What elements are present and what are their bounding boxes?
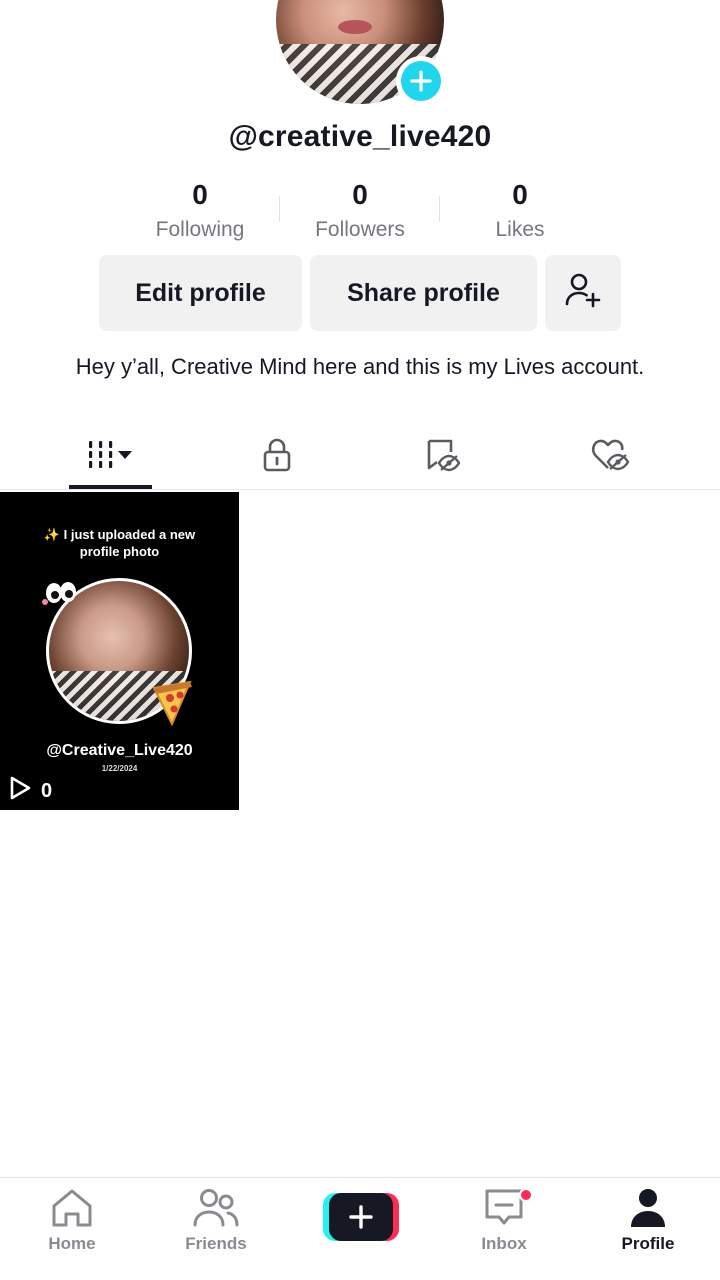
stat-value: 0 (512, 179, 528, 210)
pizza-sticker-icon (150, 678, 196, 731)
add-friend-button[interactable] (545, 255, 621, 331)
grid-bars-icon (80, 435, 140, 480)
stat-followers[interactable]: 0 Followers (280, 178, 440, 246)
active-tab-indicator (69, 485, 152, 489)
view-count-value: 0 (41, 779, 53, 802)
video-thumbnail[interactable]: ✨ I just uploaded a new profile photo @C… (0, 492, 239, 810)
person-add-icon (563, 270, 603, 317)
profile-bio: Hey y’all, Creative Mind here and this i… (75, 354, 645, 379)
video-caption: ✨ I just uploaded a new profile photo (43, 527, 196, 559)
profile-stats: 0 Following 0 Followers 0 Likes (120, 178, 600, 246)
stat-label: Likes (495, 218, 545, 241)
lock-icon (260, 437, 294, 478)
bookmark-hidden-icon (424, 437, 462, 478)
stat-likes[interactable]: 0 Likes (440, 178, 600, 246)
stat-label: Followers (315, 218, 405, 241)
bottom-navigation: Home Friends Inbox Profile (0, 1177, 720, 1280)
tab-videos[interactable] (50, 425, 170, 489)
friends-icon (161, 1186, 271, 1230)
heart-hidden-icon (590, 437, 630, 478)
avatar-detail (338, 20, 372, 34)
add-story-button[interactable] (396, 56, 446, 106)
nav-label: Profile (621, 1234, 675, 1253)
home-icon (17, 1186, 127, 1230)
profile-screen: @creative_live420 0 Following 0 Follower… (0, 0, 720, 1280)
profile-tabs (0, 425, 720, 490)
profile-icon (593, 1186, 703, 1230)
stat-value: 0 (192, 179, 208, 210)
username: @creative_live420 (228, 120, 492, 153)
tab-saved[interactable] (383, 425, 503, 489)
stat-label: Following (155, 218, 245, 241)
nav-label: Friends (185, 1234, 247, 1253)
tab-liked[interactable] (550, 425, 670, 489)
plus-icon (401, 61, 441, 101)
nav-home[interactable]: Home (17, 1186, 127, 1254)
stat-following[interactable]: 0 Following (120, 178, 280, 246)
nav-label: Inbox (481, 1234, 527, 1253)
video-handle: @Creative_Live420 (46, 742, 193, 759)
share-profile-button[interactable]: Share profile (310, 255, 537, 331)
video-date: 1/22/2024 (101, 764, 138, 773)
edit-profile-button[interactable]: Edit profile (99, 255, 302, 331)
notification-dot (519, 1188, 533, 1202)
eyes-sticker-icon (42, 580, 86, 611)
nav-inbox[interactable]: Inbox (449, 1186, 559, 1254)
create-button[interactable] (323, 1193, 399, 1241)
tab-private[interactable] (217, 425, 337, 489)
view-count: 0 (9, 776, 53, 806)
nav-profile[interactable]: Profile (593, 1186, 703, 1254)
stat-value: 0 (352, 179, 368, 210)
inbox-icon (449, 1186, 559, 1230)
nav-label: Home (48, 1234, 96, 1253)
avatar-container[interactable] (276, 0, 446, 106)
play-icon (9, 776, 31, 806)
create-plus-icon (329, 1193, 393, 1241)
nav-friends[interactable]: Friends (161, 1186, 271, 1254)
